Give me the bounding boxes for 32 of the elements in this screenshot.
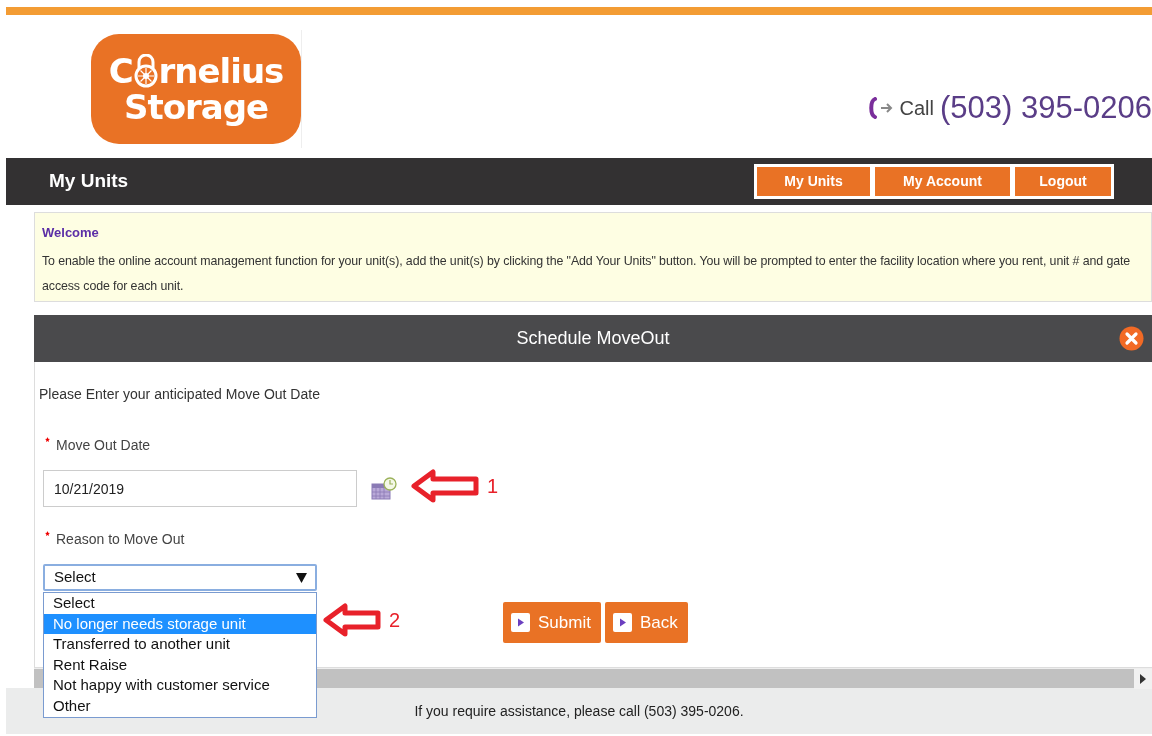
dropdown-option[interactable]: Transferred to another unit xyxy=(44,634,316,655)
phone-icon xyxy=(867,97,894,120)
welcome-title: Welcome xyxy=(42,224,100,242)
logo-text: C xyxy=(108,54,133,88)
play-icon xyxy=(612,613,632,632)
page-title: My Units xyxy=(49,169,129,194)
phone-number: (503) 395-0206 xyxy=(940,89,1152,127)
scroll-right-icon[interactable] xyxy=(1140,673,1146,684)
field-label: Reason to Move Out xyxy=(56,531,185,547)
arrow-icon xyxy=(323,602,381,638)
dropdown-option[interactable]: Select xyxy=(44,593,316,614)
dropdown-option[interactable]: Not happy with customer service xyxy=(44,675,316,696)
caret-icon xyxy=(296,572,307,583)
dialog-title: Schedule MoveOut xyxy=(516,327,670,350)
annotation-number: 1 xyxy=(487,474,499,499)
assistance-text: If you require assistance, please call (503) 395-0206. xyxy=(414,701,744,721)
play-icon xyxy=(511,613,530,632)
annotation-number: 2 xyxy=(389,608,401,633)
welcome-message: To enable the online account management function for your unit(s), add the unit(s) by clicking the "Add Your Units" button. You will be prompted to enter the facility location where you rent, unit # and gate access code for each unit. xyxy=(42,252,1132,295)
calendar-icon[interactable] xyxy=(371,476,397,501)
close-icon[interactable] xyxy=(1119,326,1144,351)
dropdown-option[interactable]: Rent Raise xyxy=(44,654,316,676)
reason-dropdown[interactable]: Select xyxy=(43,564,317,591)
logo-text: Storage xyxy=(123,90,269,124)
lock-icon xyxy=(132,54,159,88)
logo-text: rnelius xyxy=(158,54,284,88)
field-label: Move Out Date xyxy=(56,437,151,453)
call-label: Call xyxy=(899,96,934,122)
date-input[interactable]: 10/21/2019 xyxy=(43,470,357,507)
dropdown-option[interactable]: Other xyxy=(44,695,316,717)
instruction-text: Please Enter your anticipated Move Out Date xyxy=(39,385,321,404)
arrow-icon xyxy=(411,468,479,504)
